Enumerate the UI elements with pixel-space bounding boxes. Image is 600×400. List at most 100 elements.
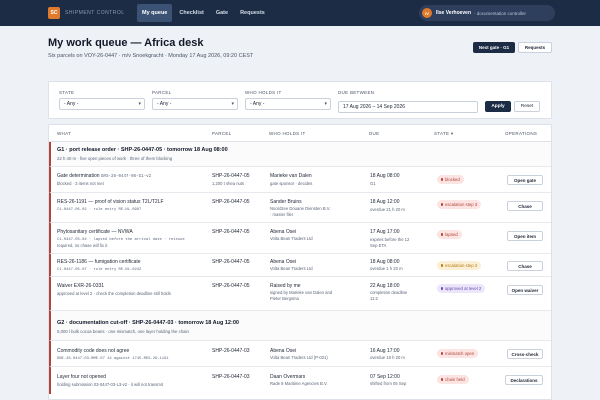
due-detail: G1 — [370, 181, 376, 186]
parcel-id: SHP-26-0447-05 — [212, 283, 250, 289]
holder-detail: Volta Bean Traders Ltd — [270, 236, 313, 241]
table-row: Layer four not opened holding submission… — [49, 366, 551, 394]
status-badge: chain held — [437, 375, 469, 384]
item-detail: C1-0447-05-02 · rule entry RE-NL-0987 — [57, 208, 142, 212]
due-detail-2: Sep ETA — [370, 243, 387, 248]
open-gate-button[interactable]: Open gate — [507, 175, 543, 185]
due-range-input[interactable]: 17 Aug 2026 – 14 Sep 2026 — [338, 101, 478, 113]
status-badge: lapsed — [437, 230, 462, 239]
open-item-button[interactable]: Open item — [507, 231, 543, 241]
nav-requests[interactable]: Requests — [235, 4, 270, 22]
user-menu[interactable]: IV Ilse Verhoeven · documentation contro… — [419, 5, 555, 21]
status-badge: escalation step 2 — [437, 261, 482, 270]
holder-detail: gate sponsor · decides — [270, 181, 313, 186]
item-title: Waiver EXR-26-0331 — [57, 283, 105, 289]
requests-button[interactable]: Requests — [518, 42, 552, 53]
declarations-button[interactable]: Declarations — [505, 375, 543, 385]
col-what: WHAT — [57, 131, 72, 136]
item-title: RES-26-1186 — fumigation certificate — [57, 259, 141, 265]
open-waiver-button[interactable]: Open waiver — [507, 285, 543, 295]
user-name: Ilse Verhoeven — [436, 10, 472, 16]
holder-name: Marieke van Dalen — [270, 173, 312, 179]
item-detail: blocked · 3 items not met — [57, 181, 104, 186]
cross-check-button[interactable]: Cross-check — [507, 349, 543, 359]
page-subtitle: Six parcels on VOY-26-0447 · m/v Snoekgr… — [48, 53, 254, 59]
item-detail: approved at level 2 · check the completi… — [57, 291, 171, 296]
group-subtitle: 22 h 40 m · five open pieces of work · t… — [57, 156, 173, 161]
status-badge: blocked — [437, 175, 464, 184]
avatar: IV — [422, 8, 432, 18]
item-title: RES-26-1191 — proof of vision status T2L… — [57, 199, 164, 205]
nav-my-queue[interactable]: My queue — [137, 4, 173, 22]
due-date: 18 Aug 08:00 — [370, 259, 400, 265]
state-filter-label: STATE — [59, 90, 75, 95]
item-detail: holding submission 03-0447-03-L3-v2 · it… — [57, 382, 163, 387]
holder-filter-select[interactable]: - Any - ▾ — [245, 98, 331, 110]
col-state[interactable]: STATE ▾ — [434, 131, 453, 137]
holder-name: Raised by me — [270, 283, 301, 289]
item-ref: GRS-26-0447-05-G1-v2 — [100, 175, 152, 179]
reset-button[interactable]: Reset — [514, 101, 540, 112]
table-row: Waiver EXR-26-0331 approved at level 2 ·… — [49, 276, 551, 310]
status-badge: mismatch open — [437, 349, 479, 358]
due-date: 22 Aug 18:00 — [370, 283, 400, 289]
table-row: Commodity code does not agree DNE-26-044… — [49, 340, 551, 366]
item-detail: DNE-26-0447-03-MME-07 14 against 1745-RE… — [57, 357, 169, 361]
due-filter-label: DUE BETWEEN — [338, 90, 375, 95]
main-nav: My queue Checklist Gate Requests — [137, 4, 270, 22]
item-title: Commodity code does not agree — [57, 348, 130, 354]
apply-button[interactable]: Apply — [485, 101, 511, 112]
item-title: Layer four not opened — [57, 374, 106, 380]
table-row: Phytosanitary certificate — NVWA C1-0447… — [49, 222, 551, 253]
parcel-filter-select[interactable]: - Any - ▾ — [152, 98, 238, 110]
due-detail: shifted from 05 Sep — [370, 381, 407, 386]
group-subtitle: 5,000 l bulk cocoa beans · one mismatch,… — [57, 329, 189, 334]
nav-gate[interactable]: Gate — [211, 4, 233, 22]
status-badge: approved at level 2 — [437, 284, 486, 293]
item-detail-2: required, no chase will fix it — [57, 243, 108, 248]
col-due[interactable]: DUE — [369, 131, 379, 136]
holder-name: Sander Bruins — [270, 199, 302, 205]
due-date: 18 Aug 12:00 — [370, 199, 400, 205]
due-detail: overdue 16 h 20 m — [370, 355, 405, 360]
holder-name: Abena Osei — [270, 348, 297, 354]
next-gate-button[interactable]: Next gate · G1 — [473, 42, 515, 53]
holder-name: Abena Osei — [270, 259, 297, 265]
app-logo: SC — [48, 7, 60, 19]
nav-checklist[interactable]: Checklist — [174, 4, 208, 22]
holder-detail: Rade 8 Maritime Agencies B.V. — [270, 381, 328, 386]
parcel-id: SHP-26-0447-05 — [212, 173, 250, 179]
item-title: Gate determination GRS-26-0447-05-G1-v2 — [57, 173, 152, 179]
due-detail: overdue 1 h 20 m — [370, 266, 403, 271]
holder-detail: Volta Bean Traders Ltd — [270, 266, 313, 271]
group-title: G2 · documentation cut-off · SHP-26-0447… — [57, 320, 239, 326]
holder-filter-label: WHO HOLDS IT — [245, 90, 282, 95]
parcel-id: SHP-26-0447-05 — [212, 199, 250, 205]
app-name: SHIPMENT CONTROL — [65, 10, 125, 16]
item-title: Phytosanitary certificate — NVWA — [57, 229, 133, 235]
due-date: 16 Aug 17:00 — [370, 348, 400, 354]
holder-detail-2: · master filer — [270, 212, 294, 217]
chase-button[interactable]: Chase — [507, 261, 543, 271]
state-filter-select[interactable]: - Any - ▾ — [59, 98, 145, 110]
chevron-down-icon: ▾ — [231, 101, 234, 107]
col-parcel: PARCEL — [212, 131, 232, 136]
parcel-detail: 1,200 t shea nuts — [212, 181, 245, 186]
due-date: 17 Aug 17:00 — [370, 229, 400, 235]
parcel-id: SHP-26-0447-05 — [212, 229, 250, 235]
filter-bar: STATE - Any - ▾ PARCEL - Any - ▾ WHO HOL… — [48, 81, 552, 119]
chase-button[interactable]: Chase — [507, 201, 543, 211]
status-badge: escalation step 3 — [437, 200, 482, 209]
holder-name: Abena Osei — [270, 229, 297, 235]
holder-detail: Volta Bean Traders Ltd (P-031) — [270, 355, 328, 360]
table-row: RES-26-1191 — proof of vision status T2L… — [49, 192, 551, 222]
table-row: Gate determination GRS-26-0447-05-G1-v2 … — [49, 166, 551, 192]
due-date: 07 Sep 12:00 — [370, 374, 400, 380]
parcel-filter-label: PARCEL — [152, 90, 172, 95]
group-title: G1 · port release order · SHP-26-0447-05… — [57, 147, 228, 153]
item-detail: C1-0447-05-07 · rule entry RE-NL-0242 — [57, 268, 142, 272]
due-detail-2: 11:2 — [370, 296, 378, 301]
group-header-g1: G1 · port release order · SHP-26-0447-05… — [49, 142, 551, 166]
group-header-g2: G2 · documentation cut-off · SHP-26-0447… — [49, 310, 551, 340]
parcel-id: SHP-26-0447-05 — [212, 259, 250, 265]
